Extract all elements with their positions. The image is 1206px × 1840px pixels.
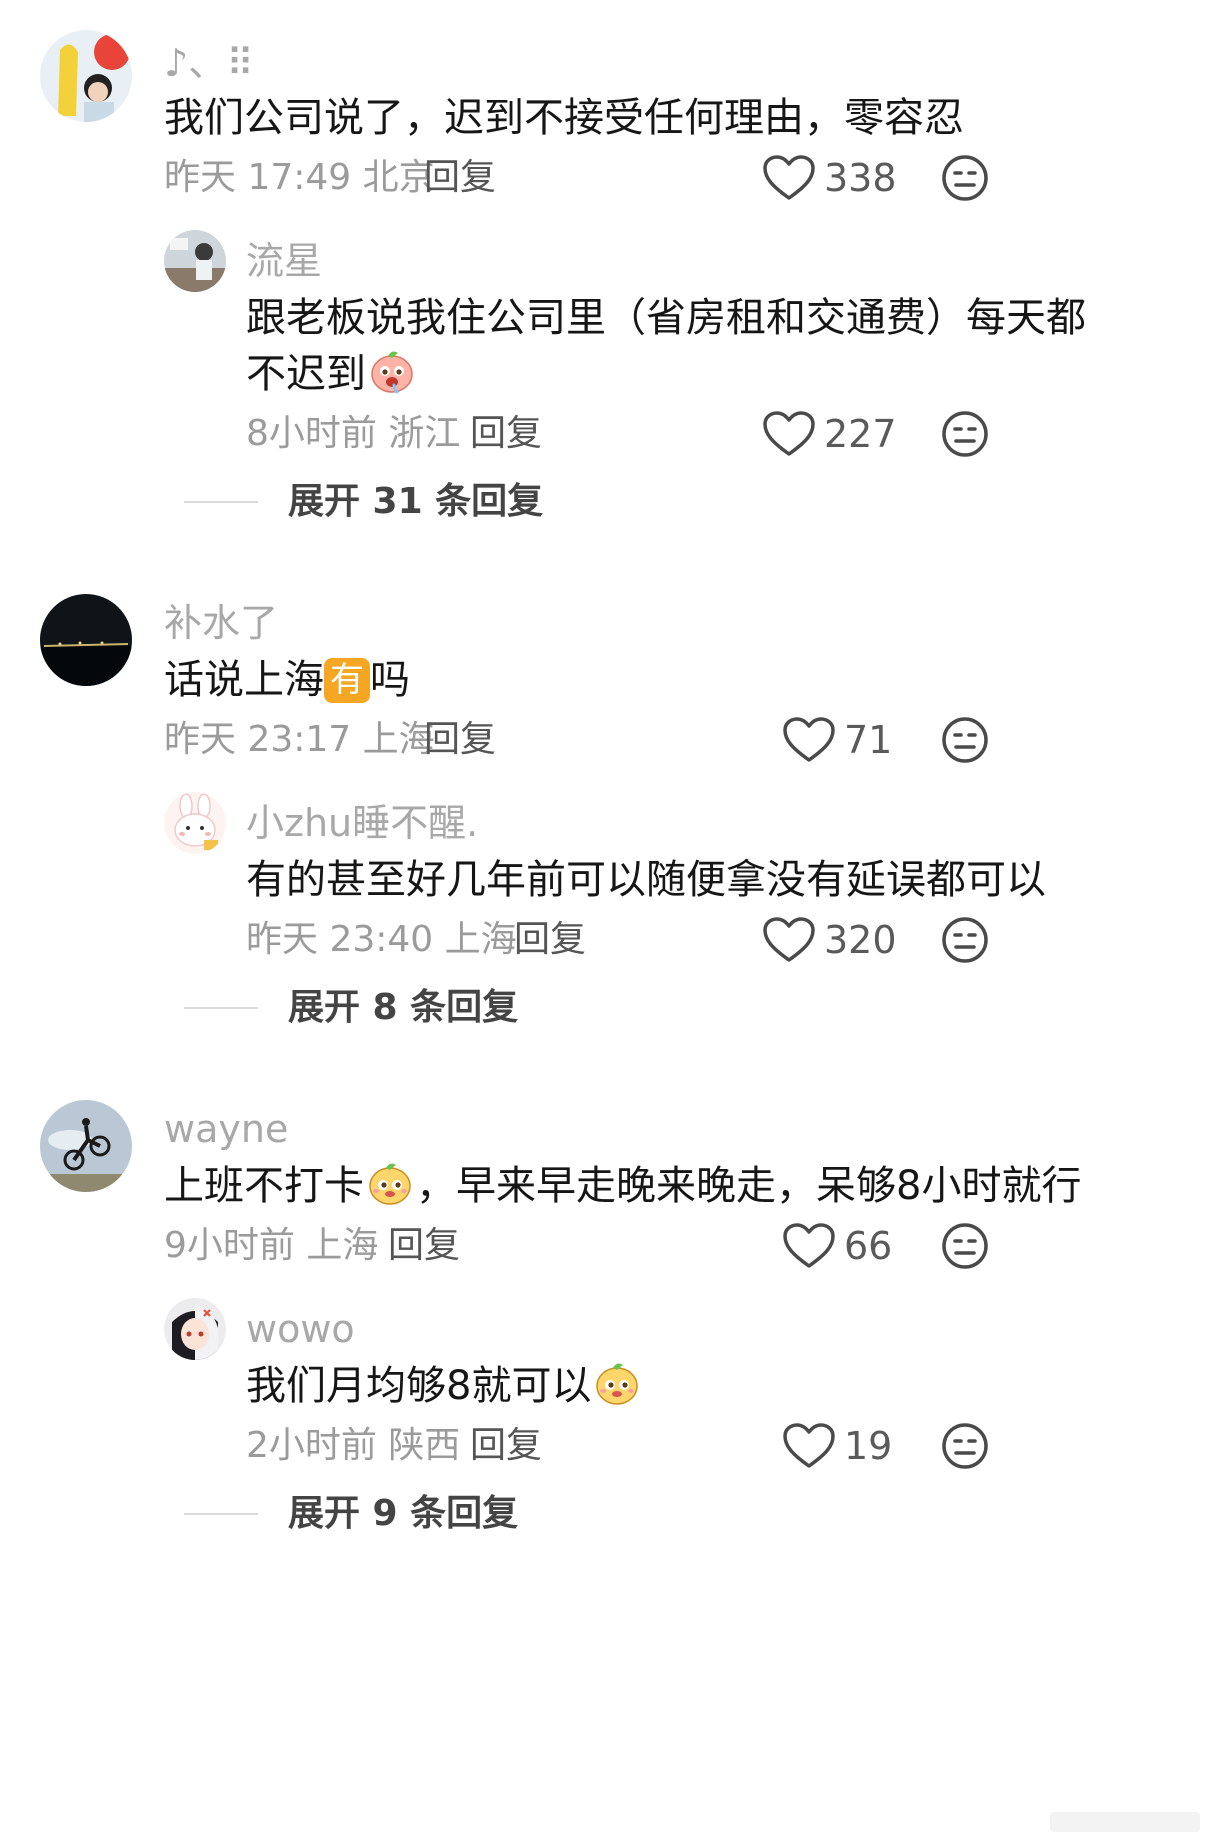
smug-face-emoji (366, 1159, 414, 1207)
comment-username[interactable]: 补水了 (164, 604, 278, 642)
reply-username[interactable]: wowo (246, 1310, 355, 1348)
heart-icon (762, 916, 816, 964)
avatar[interactable] (164, 230, 226, 292)
like-button[interactable]: 66 (782, 1222, 892, 1270)
drooling-face-emoji (368, 347, 416, 395)
reply-button[interactable]: 回复 (424, 160, 496, 196)
reply-button[interactable]: 回复 (424, 722, 496, 758)
badge-emoji: 有 (324, 658, 370, 703)
reply-location: 浙江 (388, 413, 461, 454)
expand-replies-label: 展开 8 条回复 (288, 987, 519, 1028)
expand-replies-label: 展开 31 条回复 (288, 481, 544, 522)
heart-icon (762, 154, 816, 202)
reply-button[interactable]: 回复 (470, 416, 542, 452)
avatar[interactable] (40, 594, 132, 686)
comment-location: 上海 (306, 1225, 379, 1266)
reply-text: 跟老板说我住公司里（省房租和交通费）每天都 (246, 288, 1086, 348)
comment-text: 话说上海有吗 (164, 650, 410, 710)
avatar[interactable] (164, 792, 226, 854)
comment-text-part: 话说上海 (164, 657, 324, 703)
like-count: 227 (824, 412, 897, 456)
reply-time: 8小时前 (246, 413, 377, 454)
comment-time: 昨天 17:49 (164, 157, 352, 198)
like-count: 71 (844, 718, 893, 762)
smug-face-emoji (593, 1359, 641, 1407)
comment-username[interactable]: ♪、⠿ (164, 44, 254, 82)
comment-text-part: 吗 (370, 657, 410, 703)
expand-replies-label: 展开 9 条回复 (288, 1493, 519, 1534)
like-count: 338 (824, 156, 897, 200)
watermark (1050, 1812, 1200, 1832)
reply-text-line-2: 不迟到 (246, 344, 418, 404)
comment-meta: 昨天 23:17 上海 (164, 722, 435, 758)
reply-text: 有的甚至好几年前可以随便拿没有延误都可以 (246, 857, 1046, 903)
divider (184, 1007, 258, 1009)
comment-meta: 9小时前 上海 (164, 1228, 378, 1264)
dislike-icon[interactable] (940, 915, 990, 965)
reply-button[interactable]: 回复 (514, 922, 586, 958)
reply-text-line: 不迟到 (246, 351, 366, 397)
like-button[interactable]: 227 (762, 410, 897, 458)
dislike-icon[interactable] (940, 1421, 990, 1471)
comment-text-part: ，早来早走晚来晚走，呆够8小时就行 (416, 1163, 1082, 1209)
heart-icon (782, 1222, 836, 1270)
avatar[interactable] (40, 1100, 132, 1192)
expand-replies-button[interactable]: 展开 31 条回复 (184, 484, 543, 520)
like-count: 66 (844, 1224, 893, 1268)
dislike-icon[interactable] (940, 153, 990, 203)
heart-icon (762, 410, 816, 458)
comment-time: 9小时前 (164, 1225, 295, 1266)
reply-text-part: 我们月均够8就可以 (246, 1363, 592, 1409)
dislike-icon[interactable] (940, 409, 990, 459)
heart-icon (782, 716, 836, 764)
dislike-icon[interactable] (940, 715, 990, 765)
reply-location: 陕西 (388, 1425, 461, 1466)
reply-time: 2小时前 (246, 1425, 377, 1466)
divider (184, 501, 258, 503)
reply-username[interactable]: 小zhu睡不醒. (246, 804, 478, 842)
reply-text: 我们月均够8就可以 (246, 1356, 643, 1416)
avatar[interactable] (40, 30, 132, 122)
reply-button[interactable]: 回复 (470, 1428, 542, 1464)
dislike-icon[interactable] (940, 1221, 990, 1271)
like-button[interactable]: 19 (782, 1422, 892, 1470)
like-count: 19 (844, 1424, 893, 1468)
comment-meta: 昨天 17:49 北京 (164, 160, 435, 196)
reply-text-line: 跟老板说我住公司里（省房租和交通费）每天都 (246, 295, 1086, 341)
comment-text: 上班不打卡 ，早来早走晚来晚走，呆够8小时就行 (164, 1156, 1081, 1216)
comment-time: 昨天 23:17 (164, 719, 352, 760)
like-button[interactable]: 71 (782, 716, 892, 764)
reply-time: 昨天 23:40 (246, 919, 434, 960)
comment-username[interactable]: wayne (164, 1110, 288, 1148)
divider (184, 1513, 258, 1515)
reply-meta: 8小时前 浙江 (246, 416, 460, 452)
heart-icon (782, 1422, 836, 1470)
like-count: 320 (824, 918, 897, 962)
like-button[interactable]: 338 (762, 154, 897, 202)
like-button[interactable]: 320 (762, 916, 897, 964)
expand-replies-button[interactable]: 展开 9 条回复 (184, 1496, 518, 1532)
reply-username[interactable]: 流星 (246, 242, 322, 280)
reply-location: 上海 (444, 919, 517, 960)
comment-text: 我们公司说了，迟到不接受任何理由，零容忍 (164, 95, 964, 141)
reply-button[interactable]: 回复 (388, 1228, 460, 1264)
reply-meta: 2小时前 陕西 (246, 1428, 460, 1464)
avatar[interactable] (164, 1298, 226, 1360)
reply-meta: 昨天 23:40 上海 (246, 922, 517, 958)
expand-replies-button[interactable]: 展开 8 条回复 (184, 990, 518, 1026)
comment-text-part: 上班不打卡 (164, 1163, 364, 1209)
